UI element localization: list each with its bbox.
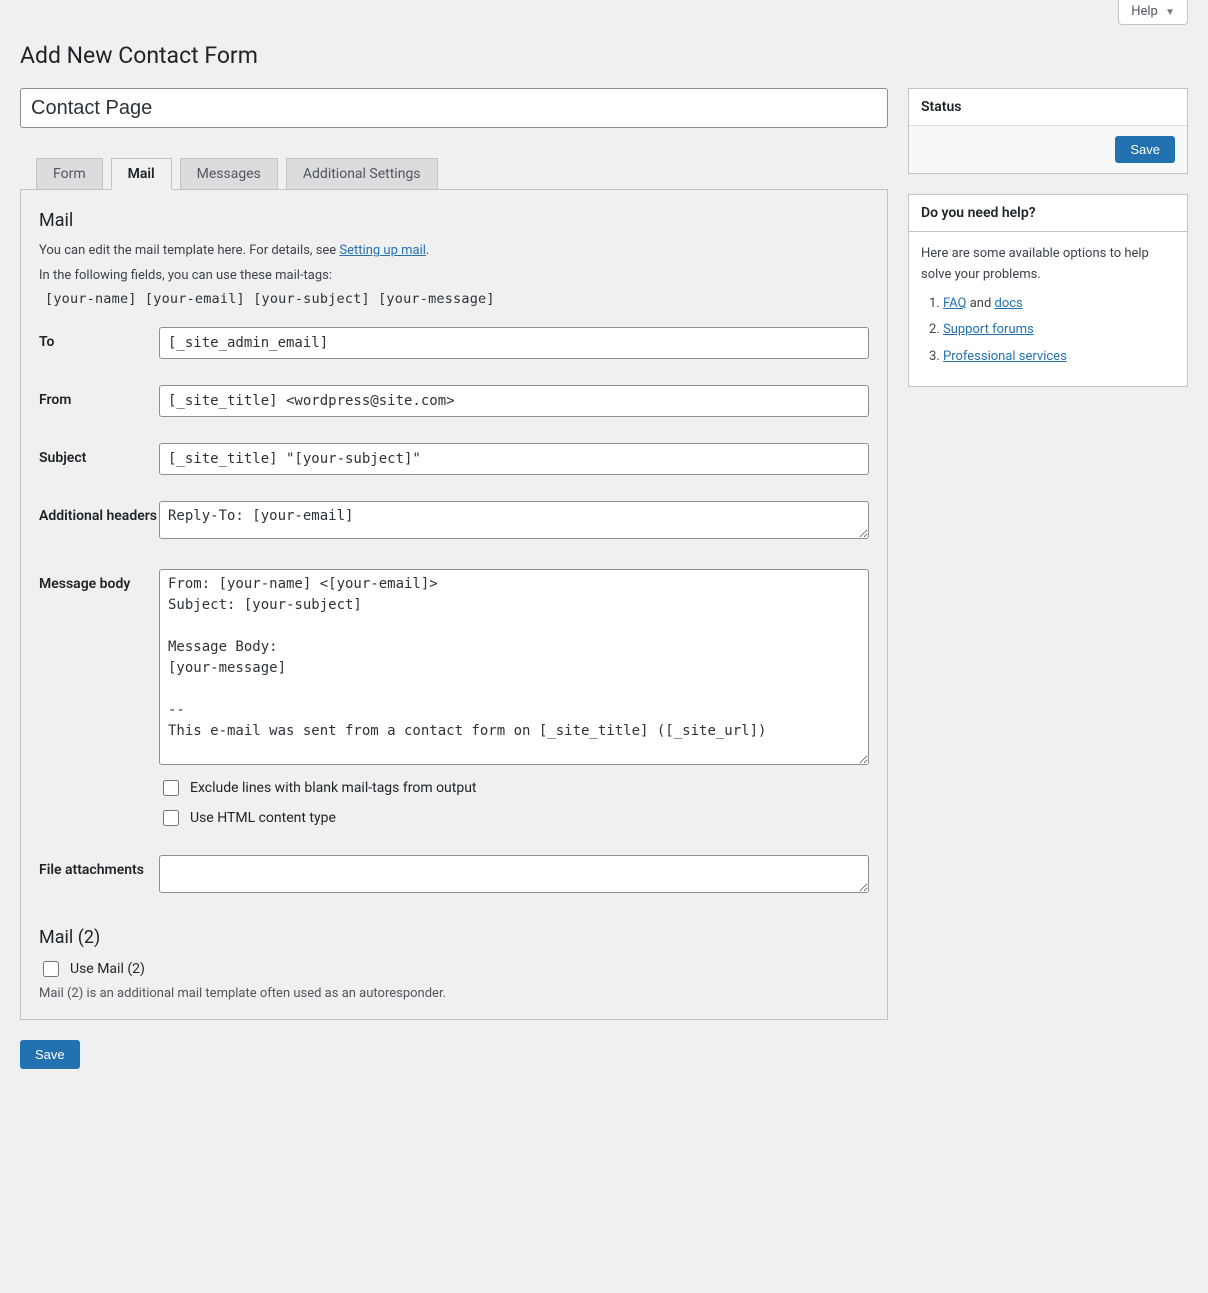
tab-row: Form Mail Messages Additional Settings — [20, 158, 888, 189]
tab-additional-settings[interactable]: Additional Settings — [286, 158, 438, 190]
headers-label: Additional headers — [39, 501, 159, 526]
body-textarea[interactable] — [159, 569, 869, 765]
help-item-faq-docs: FAQ and docs — [943, 294, 1175, 315]
mail-desc-1: You can edit the mail template here. For… — [39, 241, 869, 262]
use-html-checkbox[interactable] — [163, 810, 179, 826]
tab-form[interactable]: Form — [36, 158, 103, 190]
mail-desc-2: In the following fields, you can use the… — [39, 266, 869, 287]
use-html-label: Use HTML content type — [190, 810, 336, 826]
exclude-blank-label: Exclude lines with blank mail-tags from … — [190, 780, 477, 796]
professional-services-link[interactable]: Professional services — [943, 349, 1067, 364]
help-tab[interactable]: Help ▼ — [1118, 0, 1188, 25]
help-metabox: Do you need help? Here are some availabl… — [908, 194, 1188, 387]
use-mail2-label: Use Mail (2) — [70, 961, 145, 977]
save-button-sidebar[interactable]: Save — [1115, 136, 1175, 163]
subject-label: Subject — [39, 443, 159, 468]
mail-tags-list: [your-name] [your-email] [your-subject] … — [45, 291, 869, 307]
form-title-input[interactable] — [20, 88, 888, 128]
body-label: Message body — [39, 569, 159, 594]
support-forums-link[interactable]: Support forums — [943, 322, 1034, 337]
chevron-down-icon: ▼ — [1165, 7, 1175, 18]
setting-up-mail-link[interactable]: Setting up mail — [339, 243, 425, 258]
mail2-section-title: Mail (2) — [39, 927, 869, 948]
help-metabox-title: Do you need help? — [909, 195, 1187, 232]
page-title: Add New Contact Form — [20, 33, 1188, 73]
help-item-support: Support forums — [943, 320, 1175, 341]
save-button-bottom[interactable]: Save — [20, 1040, 80, 1069]
from-label: From — [39, 385, 159, 410]
docs-link[interactable]: docs — [995, 296, 1023, 311]
headers-textarea[interactable] — [159, 501, 869, 539]
tab-messages[interactable]: Messages — [180, 158, 278, 190]
tab-mail[interactable]: Mail — [111, 158, 172, 190]
to-input[interactable] — [159, 327, 869, 359]
faq-link[interactable]: FAQ — [943, 296, 966, 311]
help-metabox-desc: Here are some available options to help … — [921, 244, 1175, 286]
status-metabox: Status Save — [908, 88, 1188, 174]
help-tab-label: Help — [1131, 4, 1158, 19]
mail-section-title: Mail — [39, 210, 869, 231]
mail-panel: Mail You can edit the mail template here… — [20, 189, 888, 1020]
attachments-label: File attachments — [39, 855, 159, 880]
mail2-desc: Mail (2) is an additional mail template … — [39, 986, 869, 1001]
exclude-blank-checkbox[interactable] — [163, 780, 179, 796]
to-label: To — [39, 327, 159, 352]
help-item-pro: Professional services — [943, 347, 1175, 368]
use-mail2-checkbox[interactable] — [43, 961, 59, 977]
attachments-textarea[interactable] — [159, 855, 869, 893]
subject-input[interactable] — [159, 443, 869, 475]
from-input[interactable] — [159, 385, 869, 417]
status-metabox-title: Status — [909, 89, 1187, 125]
